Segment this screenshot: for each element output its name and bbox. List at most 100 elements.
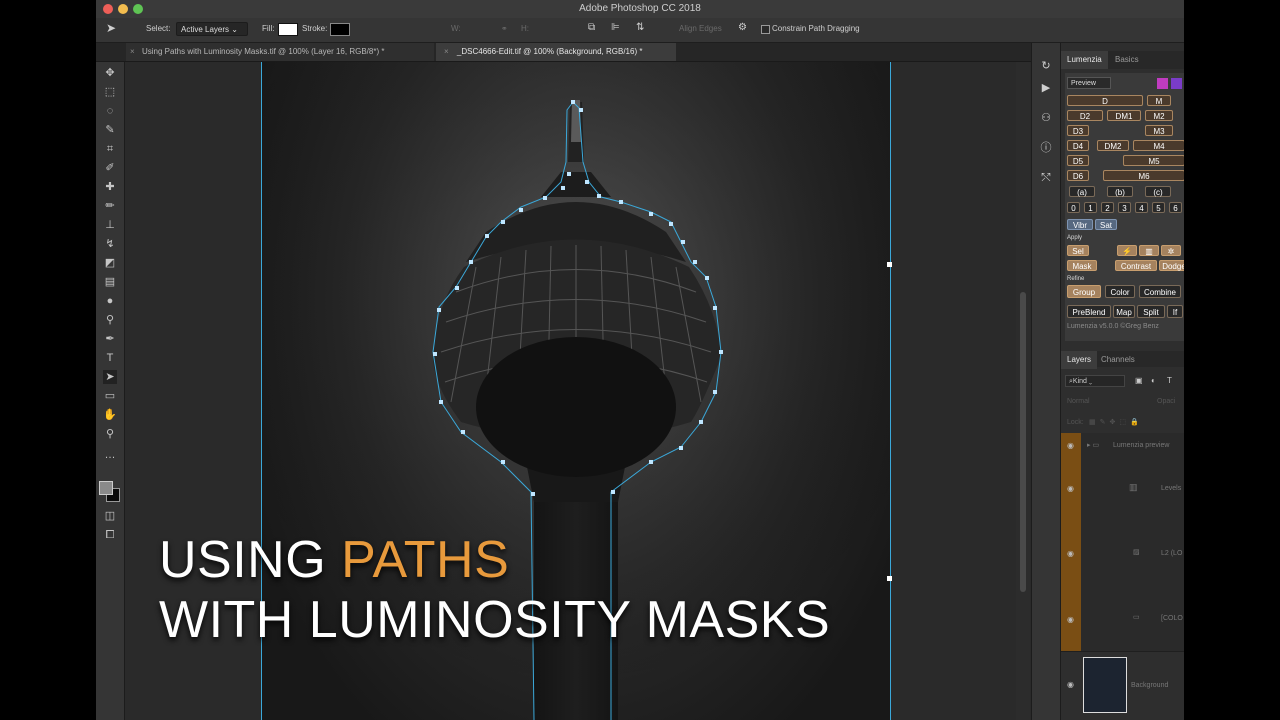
preblend-button[interactable]: PreBlend [1067, 305, 1111, 318]
actions-play-icon[interactable]: ▶ [1039, 81, 1053, 95]
m4-button[interactable]: M4 [1133, 140, 1184, 151]
adjustments-icon[interactable]: ⚇ [1039, 111, 1053, 125]
zoom-tool-icon[interactable]: ⚲ [103, 427, 117, 441]
m3-button[interactable]: M3 [1145, 125, 1173, 136]
color-button[interactable]: Color [1105, 285, 1135, 298]
stamp-tool-icon[interactable]: ⊥ [103, 218, 117, 232]
blur-tool-icon[interactable]: ● [103, 294, 117, 308]
screen-mode-icon[interactable]: ⧠ [103, 528, 117, 542]
zone-5-button[interactable]: 5 [1152, 202, 1165, 213]
dodge-button[interactable]: Dodge [1159, 260, 1184, 271]
eye-icon[interactable]: ◉ [1067, 441, 1074, 450]
zone-c-button[interactable]: (c) [1145, 186, 1171, 197]
crop-tool-icon[interactable]: ⌗ [103, 142, 117, 156]
eye-icon[interactable]: ◉ [1067, 484, 1074, 493]
zone-1-button[interactable]: 1 [1084, 202, 1097, 213]
map-button[interactable]: Map [1113, 305, 1135, 318]
filter-pixel-icon[interactable]: ▣ [1135, 376, 1143, 385]
dm2-button[interactable]: DM2 [1097, 140, 1129, 151]
contrast-button[interactable]: Contrast [1115, 260, 1157, 271]
if-button[interactable]: If [1167, 305, 1183, 318]
d2-button[interactable]: D2 [1067, 110, 1103, 121]
dm1-button[interactable]: DM1 [1107, 110, 1141, 121]
zone-3-button[interactable]: 3 [1118, 202, 1131, 213]
scroll-thumb[interactable] [1020, 292, 1026, 592]
eraser-tool-icon[interactable]: ◩ [103, 256, 117, 270]
tab-layers[interactable]: Layers [1061, 351, 1098, 369]
m6-button[interactable]: M6 [1103, 170, 1184, 181]
tab-basics[interactable]: Basics [1115, 51, 1139, 69]
d5-button[interactable]: D5 [1067, 155, 1089, 166]
layer-background[interactable]: ◉ Background [1061, 653, 1184, 720]
more-tools-icon[interactable]: … [103, 448, 117, 462]
info-icon[interactable]: ⓘ [1039, 141, 1053, 155]
lasso-tool-icon[interactable]: ◌ [103, 104, 117, 118]
tab-lumenzia[interactable]: Lumenzia [1061, 51, 1108, 69]
d4-button[interactable]: D4 [1067, 140, 1089, 151]
levels-icon[interactable]: ▥ [1139, 245, 1159, 256]
path-arrangement-icon[interactable]: ⇅ [636, 22, 644, 33]
eyedropper-tool-icon[interactable]: ✐ [103, 161, 117, 175]
curves-icon[interactable]: ⚡ [1117, 245, 1137, 256]
m5-button[interactable]: M5 [1123, 155, 1184, 166]
quick-mask-icon[interactable]: ◫ [103, 509, 117, 523]
path-operations-icon[interactable]: ⧉ [588, 22, 595, 33]
vertical-scrollbar[interactable] [1016, 62, 1030, 720]
blend-mode-dropdown[interactable]: Normal [1067, 398, 1090, 405]
healing-brush-tool-icon[interactable]: ✚ [103, 180, 117, 194]
link-icon[interactable]: ⚭ [501, 24, 508, 33]
d3-button[interactable]: D3 [1067, 125, 1089, 136]
close-tab-icon[interactable]: × [130, 43, 135, 61]
tab-dsc4666[interactable]: × _DSC4666-Edit.tif @ 100% (Background, … [436, 43, 676, 61]
marquee-tool-icon[interactable]: ⬚ [103, 85, 117, 99]
layer-filter-dropdown[interactable]: ⌕Kind ⌄ [1065, 375, 1125, 387]
filter-type-icon[interactable]: T [1167, 376, 1172, 385]
foreground-color-swatch[interactable] [99, 481, 113, 495]
mask-button[interactable]: Mask [1067, 260, 1097, 271]
zone-b-button[interactable]: (b) [1107, 186, 1133, 197]
sel-button[interactable]: Sel [1067, 245, 1089, 256]
gradient-tool-icon[interactable]: ▤ [103, 275, 117, 289]
path-alignment-icon[interactable]: ⊫ [611, 22, 620, 33]
type-tool-icon[interactable]: T [103, 351, 117, 365]
path-anchor-point[interactable] [887, 576, 892, 581]
split-button[interactable]: Split [1137, 305, 1165, 318]
zone-6-button[interactable]: 6 [1169, 202, 1182, 213]
path-anchor-point[interactable] [887, 262, 892, 267]
hand-tool-icon[interactable]: ✋ [103, 408, 117, 422]
history-icon[interactable]: ↻ [1039, 59, 1053, 73]
filter-adjustment-icon[interactable]: ◐ [1151, 376, 1156, 385]
pen-tool-icon[interactable]: ✒ [103, 332, 117, 346]
d-button[interactable]: D [1067, 95, 1143, 106]
lock-icons[interactable]: ▦✎✥⬚🔒 [1089, 418, 1143, 426]
tab-channels[interactable]: Channels [1101, 351, 1135, 369]
preview-dropdown[interactable]: Preview [1067, 77, 1111, 89]
eye-icon[interactable]: ◉ [1067, 615, 1074, 624]
dodge-tool-icon[interactable]: ⚲ [103, 313, 117, 327]
stroke-swatch[interactable] [330, 23, 350, 36]
quick-select-tool-icon[interactable]: ✎ [103, 123, 117, 137]
vibr-button[interactable]: Vibr [1067, 219, 1093, 230]
guide-line-right[interactable] [890, 62, 891, 720]
path-selection-tool-icon[interactable]: ➤ [106, 21, 116, 35]
zone-a-button[interactable]: (a) [1069, 186, 1095, 197]
eye-icon[interactable]: ◉ [1067, 549, 1074, 558]
fill-swatch[interactable] [278, 23, 298, 36]
dodge-burn-icon[interactable]: ✲ [1161, 245, 1181, 256]
paths-icon[interactable]: ⤲ [1039, 171, 1053, 185]
gear-icon[interactable]: ⚙ [738, 22, 747, 33]
constrain-checkbox[interactable] [761, 25, 770, 34]
rectangle-tool-icon[interactable]: ▭ [103, 389, 117, 403]
d6-button[interactable]: D6 [1067, 170, 1089, 181]
history-brush-tool-icon[interactable]: ↯ [103, 237, 117, 251]
combine-button[interactable]: Combine [1139, 285, 1181, 298]
brush-tool-icon[interactable]: ✏ [103, 199, 117, 213]
zone-4-button[interactable]: 4 [1135, 202, 1148, 213]
m-button[interactable]: M [1147, 95, 1171, 106]
magenta-swatch[interactable] [1157, 78, 1168, 89]
tab-using-paths[interactable]: × Using Paths with Luminosity Masks.tif … [126, 43, 434, 61]
sat-button[interactable]: Sat [1095, 219, 1117, 230]
eye-icon[interactable]: ◉ [1067, 680, 1074, 689]
m2-button[interactable]: M2 [1145, 110, 1173, 121]
layer-group-lumenzia[interactable]: ◉ ▸ ▭ Lumenzia preview ◉ ▥ Levels ◉ ▨ L2… [1061, 433, 1184, 652]
